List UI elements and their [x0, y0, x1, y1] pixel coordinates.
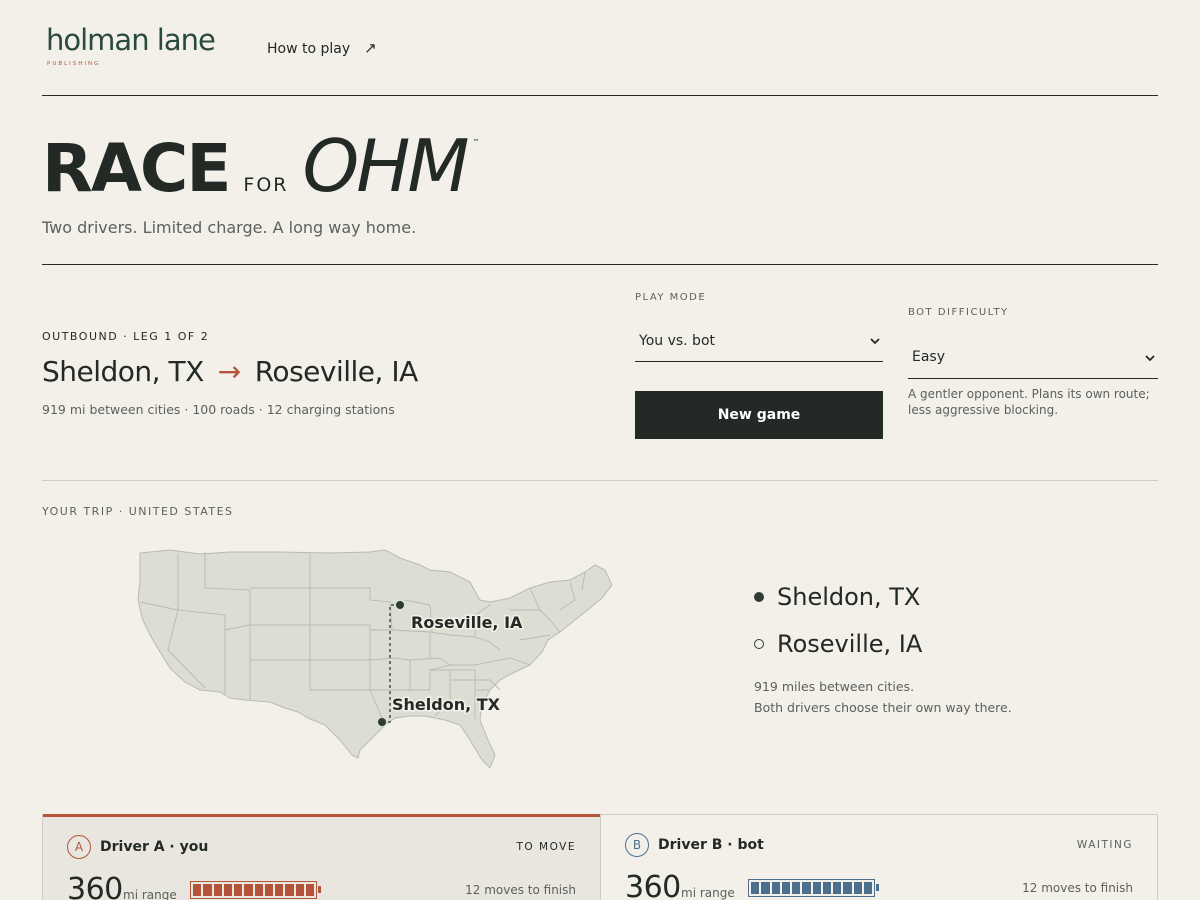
- battery-cell: [254, 884, 263, 896]
- battery-cell: [234, 884, 243, 896]
- bot-difficulty-group: BOT DIFFICULTY Easy A gentler opponent. …: [908, 307, 1158, 418]
- title-race: RACE: [42, 130, 231, 207]
- battery-cell: [193, 884, 202, 896]
- driver-a-moves: 12 moves to finish: [465, 883, 576, 897]
- logo-name: holman lane: [46, 23, 216, 57]
- battery-cell: [223, 884, 232, 896]
- play-mode-group: PLAY MODE You vs. bot New game: [635, 292, 883, 439]
- battery-cell: [751, 882, 760, 894]
- how-to-play-label: How to play: [267, 41, 351, 57]
- driver-a-card: A Driver A · you TO MOVE 360 mi range 12…: [43, 814, 600, 900]
- tagline: Two drivers. Limited charge. A long way …: [42, 218, 417, 237]
- chevron-down-icon: [1145, 355, 1155, 362]
- battery-cell: [305, 884, 314, 896]
- game-title: RACE FOR OHM ™: [42, 124, 479, 208]
- battery-cell: [812, 882, 821, 894]
- trip-section-label: YOUR TRIP · UNITED STATES: [42, 505, 234, 518]
- map-destination-marker: [396, 601, 404, 609]
- legend-origin-label: Sheldon, TX: [777, 583, 921, 611]
- trip-note-line1: 919 miles between cities.: [754, 679, 915, 694]
- battery-cell: [853, 882, 862, 894]
- battery-cell: [244, 884, 253, 896]
- battery-cell: [285, 884, 294, 896]
- legend-destination: Roseville, IA: [754, 629, 1012, 659]
- map-origin-label: Sheldon, TX: [392, 695, 501, 714]
- bot-difficulty-label: BOT DIFFICULTY: [908, 307, 1009, 318]
- drivers-panel: A Driver A · you TO MOVE 360 mi range 12…: [42, 814, 1158, 900]
- battery-cell: [833, 882, 842, 894]
- logo-subtitle: PUBLISHING: [47, 61, 101, 67]
- driver-b-name: Driver B · bot: [658, 837, 764, 853]
- play-mode-label: PLAY MODE: [635, 292, 707, 303]
- trip-note: 919 miles between cities. Both drivers c…: [754, 676, 1012, 718]
- route-cities: Sheldon, TX → Roseville, IA: [42, 355, 418, 388]
- driver-a-battery-icon: [190, 881, 321, 899]
- battery-cell: [203, 884, 212, 896]
- battery-cell: [802, 882, 811, 894]
- driver-b-status: WAITING: [1076, 839, 1133, 851]
- driver-b-badge: B: [625, 833, 649, 857]
- trip-legend: Sheldon, TX Roseville, IA 919 miles betw…: [754, 582, 1012, 718]
- title-ohm: OHM: [302, 124, 470, 208]
- destination-city: Roseville, IA: [254, 355, 419, 388]
- battery-cell: [792, 882, 801, 894]
- publisher-logo[interactable]: holman lane PUBLISHING: [46, 23, 216, 68]
- play-mode-select[interactable]: You vs. bot: [635, 317, 883, 362]
- battery-cell: [863, 882, 872, 894]
- chevron-down-icon: [870, 338, 880, 345]
- battery-cell: [213, 884, 222, 896]
- bot-difficulty-help: A gentler opponent. Plans its own route;…: [908, 387, 1150, 417]
- how-to-play-link[interactable]: How to play ↗: [267, 39, 377, 57]
- driver-a-range: 360: [67, 872, 123, 900]
- battery-cell: [771, 882, 780, 894]
- title-for: FOR: [243, 174, 289, 196]
- filled-dot-icon: [754, 592, 764, 602]
- battery-cell: [295, 884, 304, 896]
- origin-city: Sheldon, TX: [42, 355, 204, 388]
- open-dot-icon: [754, 639, 764, 649]
- hero: RACE FOR OHM ™ Two drivers. Limited charge.…: [42, 120, 1158, 265]
- play-mode-value: You vs. bot: [639, 333, 716, 349]
- driver-a-badge: A: [67, 835, 91, 859]
- us-map: Roseville, IA Sheldon, TX: [137, 549, 613, 769]
- driver-a-range-unit: mi range: [123, 888, 177, 900]
- section-divider: [42, 480, 1158, 481]
- external-link-icon: ↗: [364, 39, 377, 57]
- driver-b-moves: 12 moves to finish: [1022, 881, 1133, 895]
- legend-origin: Sheldon, TX: [754, 582, 1012, 612]
- leg-eyebrow: OUTBOUND · LEG 1 OF 2: [42, 330, 210, 343]
- route-arrow-icon: →: [217, 355, 241, 388]
- battery-cell: [275, 884, 284, 896]
- driver-b-card: B Driver B · bot WAITING 360 mi range 12…: [600, 815, 1157, 900]
- us-states-shape: [137, 549, 613, 769]
- battery-cell: [761, 882, 770, 894]
- driver-a-status: TO MOVE: [516, 841, 576, 853]
- bot-difficulty-value: Easy: [912, 349, 946, 365]
- map-destination-label: Roseville, IA: [411, 613, 523, 632]
- route-meta: 919 mi between cities · 100 roads · 12 c…: [42, 402, 395, 417]
- trademark-mark: ™: [472, 138, 480, 146]
- driver-b-battery-icon: [748, 879, 879, 897]
- site-header: holman lane PUBLISHING How to play ↗: [42, 22, 1158, 96]
- driver-b-range-unit: mi range: [681, 886, 735, 900]
- trip-note-line2: Both drivers choose their own way there.: [754, 700, 1012, 715]
- new-game-button[interactable]: New game: [635, 391, 883, 439]
- bot-difficulty-select[interactable]: Easy: [908, 332, 1158, 379]
- driver-b-range: 360: [625, 870, 681, 900]
- battery-cell: [264, 884, 273, 896]
- battery-cell: [822, 882, 831, 894]
- driver-a-name: Driver A · you: [100, 839, 209, 855]
- route-summary: OUTBOUND · LEG 1 OF 2 Sheldon, TX → Rosevi…: [42, 330, 418, 417]
- battery-cell: [781, 882, 790, 894]
- map-origin-marker: [378, 718, 386, 726]
- battery-cell: [843, 882, 852, 894]
- legend-destination-label: Roseville, IA: [777, 630, 923, 658]
